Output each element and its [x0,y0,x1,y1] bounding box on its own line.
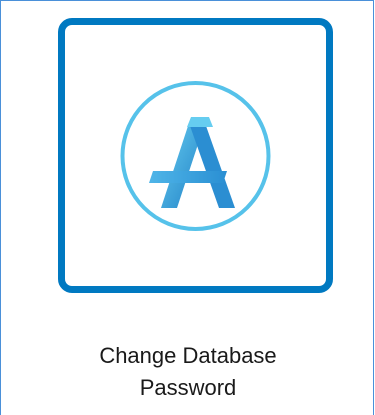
arcgis-a-logo-icon [120,81,271,231]
tile-label-line-1: Change Database [99,343,277,368]
tile-label-line-2: Password [139,375,237,400]
tool-icon-frame[interactable] [58,18,333,293]
change-database-password-tile[interactable]: Change Database Password [0,0,374,415]
